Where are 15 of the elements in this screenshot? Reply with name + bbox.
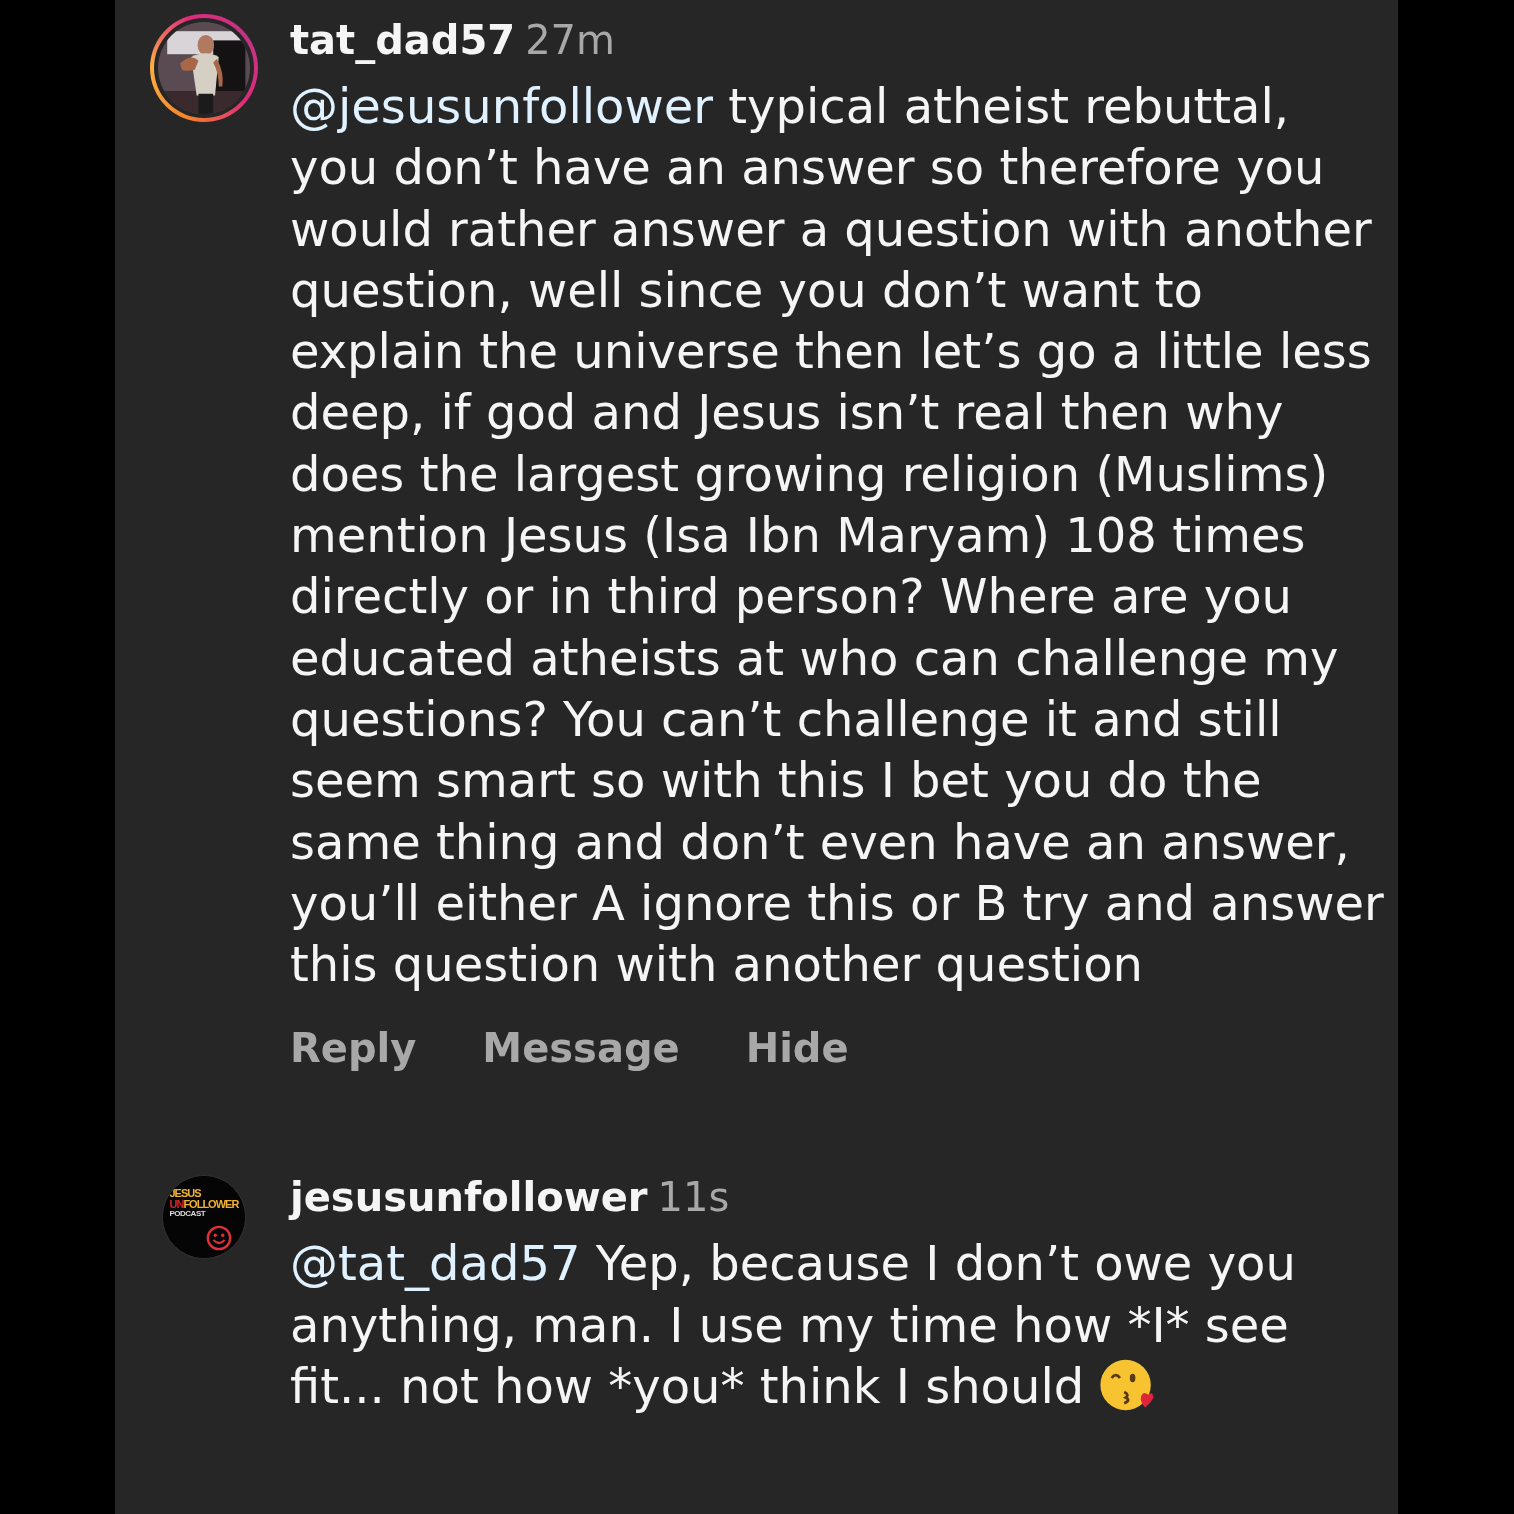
username-link[interactable]: tat_dad57 <box>290 16 516 64</box>
comment-text: @tat_dad57 Yep, because I don’t owe you anything, man. I use my time how *I* see fit... not how *you* think I should <box>290 1234 1297 1417</box>
logo-text: UNFOLLOWER <box>169 1199 240 1211</box>
mention-link[interactable]: @jesusunfollower <box>290 78 713 134</box>
timestamp: 27m <box>525 16 616 64</box>
logo-text: JESUS <box>169 1188 202 1200</box>
action-link[interactable]: Message <box>482 1025 680 1072</box>
timestamp: 11s <box>657 1173 730 1222</box>
logo-text: PODCAST <box>169 1210 207 1219</box>
comment-text: @jesusunfollower typical atheist rebuttal, you don’t have an answer so therefore you would rather answer a question with another question, well since you don’t want to explain the universe then let’s go a little less deep, if god and Jesus isn’t real then why does the largest growing religion (Muslims) mention Jesus (Isa Ibn Maryam) 108 times directly or in third person? Where are you educated atheists at who can challenge my questions? You can’t challenge it and still seem smart so with this I bet you do the same thing and don’t even have an answer, you’ll either A ignore this or B try and answer this question with another question <box>290 77 1385 995</box>
action-link[interactable]: Hide <box>745 1025 849 1072</box>
smiley-icon <box>204 1224 233 1253</box>
username-link[interactable]: jesusunfollower <box>290 1173 648 1222</box>
mention-link[interactable]: @tat_dad57 <box>290 1235 581 1292</box>
action-link[interactable]: Reply <box>290 1025 417 1072</box>
